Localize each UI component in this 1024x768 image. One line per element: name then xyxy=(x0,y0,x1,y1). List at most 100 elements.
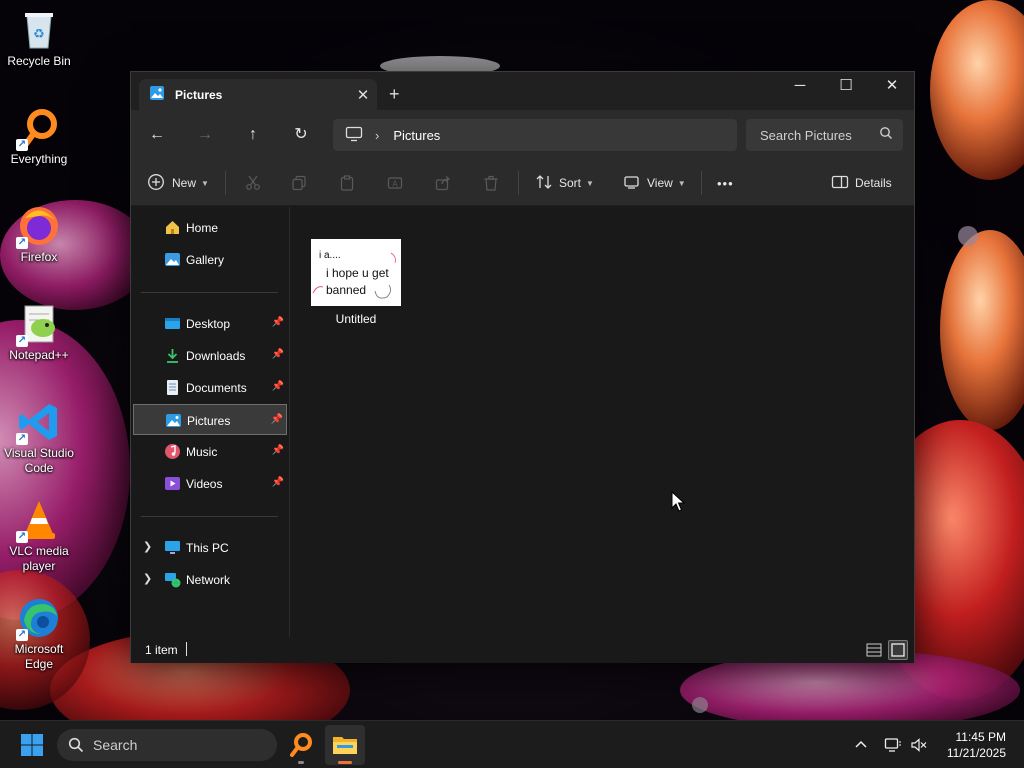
desktop-icon-notepad-plus-plus[interactable]: ↗ Notepad++ xyxy=(2,302,76,363)
desktop-icon-recycle-bin[interactable]: ♻ Recycle Bin xyxy=(2,8,76,69)
breadcrumb-pictures[interactable]: Pictures xyxy=(393,128,440,143)
notepad-plus-plus-icon: ↗ xyxy=(16,302,61,347)
new-button[interactable]: New ▼ xyxy=(147,160,209,206)
sidebar-item-home[interactable]: Home xyxy=(133,212,287,243)
desktop-icon-label: Everything xyxy=(10,152,68,166)
shortcut-arrow-icon: ↗ xyxy=(16,629,28,641)
network-status-icon[interactable] xyxy=(884,721,902,768)
copy-icon[interactable] xyxy=(291,160,307,206)
divider xyxy=(141,292,278,293)
desktop-icon-edge[interactable]: ↗ Microsoft Edge xyxy=(2,596,76,672)
desktop-icon-everything[interactable]: ↗ Everything xyxy=(2,106,76,167)
gallery-icon xyxy=(164,251,181,268)
pin-icon[interactable]: 📌 xyxy=(272,445,284,456)
desktop-icon-label: Notepad++ xyxy=(9,348,69,362)
svg-text:♻: ♻ xyxy=(33,26,45,41)
edge-icon: ↗ xyxy=(16,596,61,641)
new-tab-button[interactable]: + xyxy=(389,84,400,105)
chevron-right-icon[interactable]: ❯ xyxy=(143,540,152,553)
desktop-folder-icon xyxy=(164,315,181,332)
minimize-button[interactable]: ─ xyxy=(777,72,823,102)
pictures-tab-icon xyxy=(149,85,165,104)
documents-folder-icon xyxy=(164,379,181,396)
sidebar-item-this-pc[interactable]: ❯ This PC xyxy=(133,532,287,563)
active-indicator xyxy=(338,761,352,764)
pin-icon[interactable]: 📌 xyxy=(272,317,284,328)
large-icons-view-icon[interactable] xyxy=(888,640,908,660)
videos-folder-icon xyxy=(164,475,181,492)
desktop-icon-vscode[interactable]: ↗ Visual Studio Code xyxy=(2,400,76,476)
refresh-icon[interactable]: ↻ xyxy=(287,122,315,148)
sidebar-item-label: Home xyxy=(186,221,219,235)
file-name: Untitled xyxy=(335,312,377,326)
sidebar-item-pictures[interactable]: Pictures 📌 xyxy=(133,404,287,435)
chevron-right-icon[interactable]: ❯ xyxy=(143,572,152,585)
taskbar-app-file-explorer[interactable] xyxy=(325,725,365,765)
paste-icon[interactable] xyxy=(339,160,355,206)
up-arrow-icon[interactable]: ↑ xyxy=(239,122,267,148)
running-indicator xyxy=(298,761,304,764)
back-arrow-icon[interactable]: ← xyxy=(143,122,171,148)
tab-pictures[interactable]: Pictures ✕ xyxy=(139,79,377,110)
sidebar-item-gallery[interactable]: Gallery xyxy=(133,244,287,275)
sidebar-item-videos[interactable]: Videos 📌 xyxy=(133,468,287,499)
file-explorer-window: Pictures ✕ + ─ ☐ ✕ ← → ↑ ↻ › Pictures Se… xyxy=(130,71,915,663)
rename-icon[interactable]: A xyxy=(387,160,403,206)
sidebar-item-documents[interactable]: Documents 📌 xyxy=(133,372,287,403)
new-label: New xyxy=(172,176,197,190)
delete-icon[interactable] xyxy=(483,160,499,206)
view-button[interactable]: View ▼ xyxy=(623,160,686,206)
everything-search-icon xyxy=(290,733,312,757)
share-icon[interactable] xyxy=(435,160,451,206)
chevron-down-icon: ▼ xyxy=(677,178,686,188)
close-button[interactable]: ✕ xyxy=(869,72,915,102)
search-input[interactable]: Search Pictures xyxy=(746,119,903,151)
pin-icon[interactable]: 📌 xyxy=(272,349,284,360)
taskbar-search-box[interactable]: Search xyxy=(57,729,277,761)
file-item-untitled[interactable]: i a.... i hope u get banned Untitled xyxy=(310,239,402,326)
status-bar: 1 item xyxy=(131,637,914,663)
desktop-icon-firefox[interactable]: ↗ Firefox xyxy=(2,204,76,265)
sidebar-item-label: Music xyxy=(186,445,218,459)
cut-icon[interactable] xyxy=(245,160,261,206)
sidebar-item-network[interactable]: ❯ Network xyxy=(133,564,287,595)
search-icon xyxy=(879,126,893,143)
details-pane-button[interactable]: Details xyxy=(831,160,892,206)
recycle-bin-icon: ♻ xyxy=(17,8,61,52)
music-folder-icon xyxy=(164,443,181,460)
details-view-icon[interactable] xyxy=(864,640,884,660)
tab-close-icon[interactable]: ✕ xyxy=(349,86,377,104)
shortcut-arrow-icon: ↗ xyxy=(16,237,28,249)
everything-search-icon: ↗ xyxy=(16,106,61,151)
view-label: View xyxy=(647,176,673,190)
sidebar-item-music[interactable]: Music 📌 xyxy=(133,436,287,467)
desktop-icon-label: Firefox xyxy=(20,250,58,264)
sort-button[interactable]: Sort ▼ xyxy=(535,160,594,206)
volume-muted-icon[interactable] xyxy=(910,721,928,768)
pin-icon[interactable]: 📌 xyxy=(272,477,284,488)
sidebar-item-label: Desktop xyxy=(186,317,231,331)
breadcrumb-chevron-icon: › xyxy=(375,127,380,143)
pin-icon[interactable]: 📌 xyxy=(271,414,283,425)
maximize-button[interactable]: ☐ xyxy=(823,72,869,102)
address-bar[interactable]: › Pictures xyxy=(333,119,737,151)
start-button[interactable] xyxy=(12,725,52,765)
file-list-view[interactable]: i a.... i hope u get banned Untitled xyxy=(290,207,914,637)
navigation-bar: ← → ↑ ↻ › Pictures Search Pictures xyxy=(131,110,914,160)
taskbar-app-everything[interactable] xyxy=(281,725,321,765)
title-bar[interactable]: Pictures ✕ + ─ ☐ ✕ xyxy=(131,72,914,110)
plus-circle-icon xyxy=(147,173,165,194)
item-count: 1 item xyxy=(145,643,178,657)
more-options-button[interactable]: ••• xyxy=(717,160,734,206)
pin-icon[interactable]: 📌 xyxy=(272,381,284,392)
sidebar-item-downloads[interactable]: Downloads 📌 xyxy=(133,340,287,371)
forward-arrow-icon[interactable]: → xyxy=(191,122,219,148)
sidebar-item-desktop[interactable]: Desktop 📌 xyxy=(133,308,287,339)
desktop-icon-vlc[interactable]: ↗ VLC media player xyxy=(2,498,76,574)
taskbar-clock[interactable]: 11:45 PM 11/21/2025 xyxy=(947,729,1006,761)
network-icon xyxy=(164,571,181,588)
taskbar-search-placeholder: Search xyxy=(93,737,138,753)
sidebar-item-label: Documents xyxy=(186,381,247,395)
show-hidden-icons-button[interactable] xyxy=(853,721,869,768)
home-icon xyxy=(164,219,181,236)
